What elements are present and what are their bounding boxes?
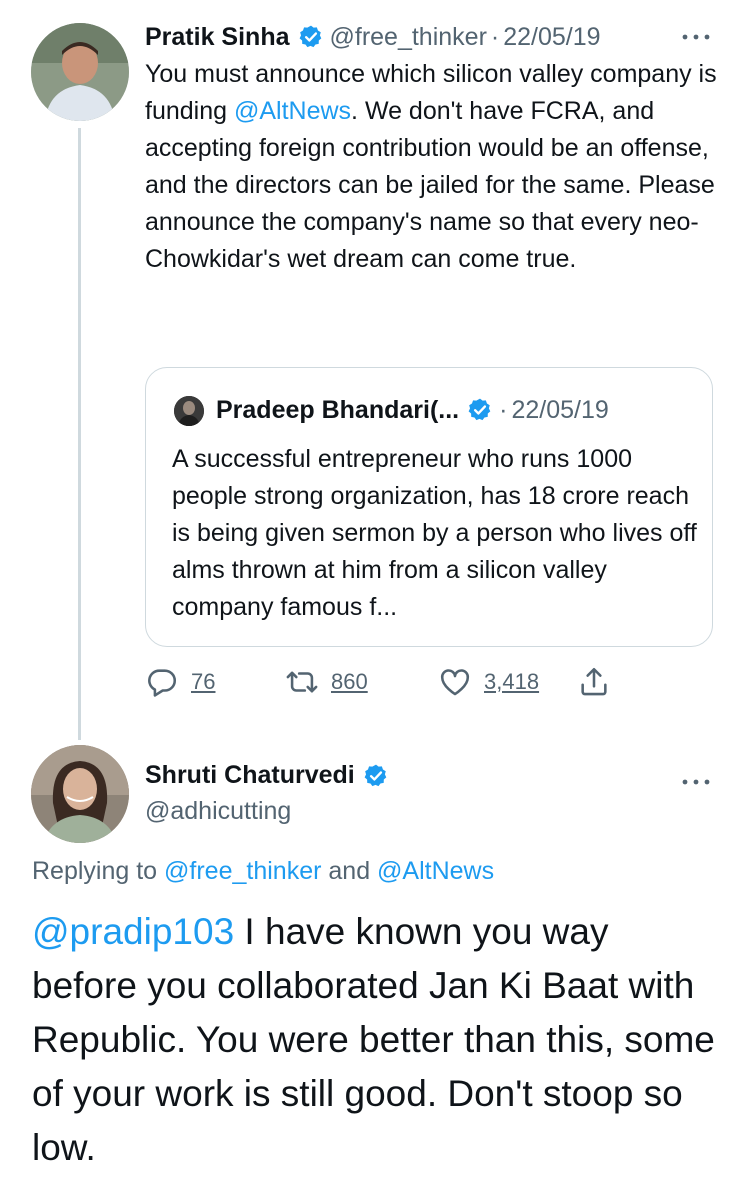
mention-link[interactable]: @AltNews (234, 97, 351, 125)
reply-count: 76 (191, 669, 216, 694)
retweet-count: 860 (331, 669, 368, 694)
tweet-date[interactable]: 22/05/19 (503, 23, 600, 52)
author-handle[interactable]: @free_thinker (330, 23, 487, 52)
avatar-photo (31, 23, 129, 121)
tweet-text: You must announce which silicon valley c… (145, 60, 717, 273)
share-icon (581, 667, 607, 696)
more-icon[interactable] (676, 767, 716, 797)
avatar[interactable] (31, 745, 129, 843)
avatar[interactable] (31, 23, 129, 121)
separator-dot: · (490, 22, 500, 51)
like-count: 3,418 (484, 669, 540, 694)
like-button[interactable]: 3,418 (438, 660, 539, 704)
mention-link[interactable]: @pradip103 (32, 911, 234, 952)
avatar-photo (31, 745, 129, 843)
parent-tweet[interactable]: Pratik Sinha @free_thinker · 22/05/19 Yo… (0, 0, 737, 745)
quote-avatar (174, 396, 204, 426)
separator-dot: · (499, 395, 508, 424)
retweet-icon (286, 671, 318, 693)
quote-avatar-photo (174, 396, 204, 426)
share-button[interactable] (577, 660, 623, 704)
more-icon[interactable] (676, 22, 716, 52)
reply-tweet[interactable]: Shruti Chaturvedi @adhicutting Replying … (0, 745, 737, 1200)
tweet-actions: 76 860 3,418 (145, 660, 705, 704)
reply-icon (148, 669, 177, 697)
replying-to-user-link[interactable]: @free_thinker (164, 857, 321, 885)
quote-date: 22/05/19 (511, 395, 609, 424)
verified-badge-icon (299, 25, 321, 48)
quote-header: Pradeep Bhandari(... · 22/05/19 (216, 392, 609, 428)
verified-badge-icon (364, 764, 387, 786)
author-name[interactable]: Shruti Chaturvedi (145, 761, 355, 790)
like-icon (440, 669, 470, 696)
quote-author-name: Pradeep Bhandari(... (216, 395, 460, 424)
verified-badge-icon (468, 398, 491, 421)
replying-to: Replying to @free_thinker and @AltNews (32, 857, 495, 885)
author-handle[interactable]: @adhicutting (145, 797, 291, 826)
replying-to-user-link[interactable]: @AltNews (377, 857, 494, 885)
reply-text: @pradip103 I have known you way before y… (32, 911, 715, 1168)
tweet-header: Pratik Sinha @free_thinker · 22/05/19 (145, 17, 705, 57)
reply-button[interactable]: 76 (145, 660, 215, 704)
quote-text: A successful entrepreneur who runs 1000 … (172, 445, 697, 621)
retweet-button[interactable]: 860 (285, 660, 368, 704)
quoted-tweet[interactable]: Pradeep Bhandari(... · 22/05/19 A succes… (145, 367, 713, 647)
thread-connector-line (78, 128, 81, 740)
reply-author: Shruti Chaturvedi (145, 761, 395, 790)
author-name[interactable]: Pratik Sinha (145, 23, 290, 52)
